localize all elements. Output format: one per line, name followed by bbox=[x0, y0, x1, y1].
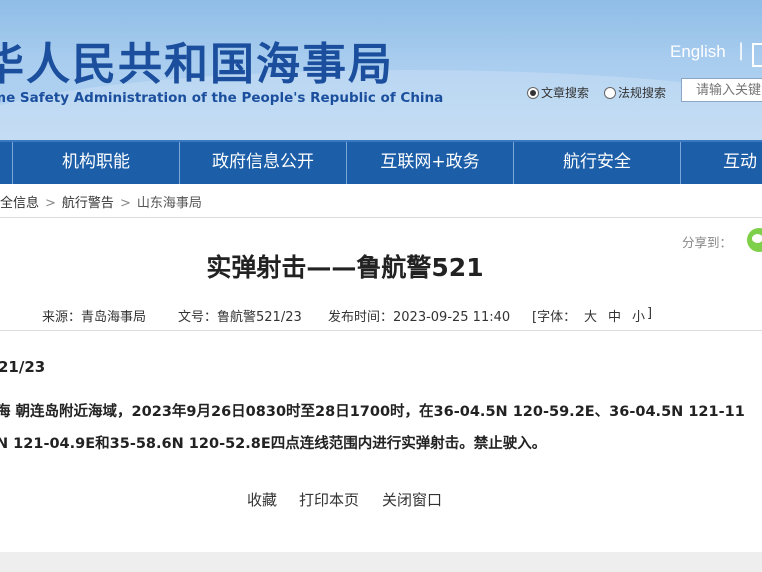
breadcrumb-item-nav-warnings[interactable]: 航行警告 bbox=[62, 196, 114, 211]
font-size-close: ] bbox=[647, 306, 653, 321]
breadcrumb: 全信息 > 航行警告 > 山东海事局 bbox=[0, 192, 202, 211]
search-option-laws[interactable]: 法规搜索 bbox=[604, 84, 666, 101]
font-size-label: [字体： bbox=[532, 310, 577, 325]
radio-icon[interactable] bbox=[527, 86, 539, 99]
nav-item-functions[interactable]: 机构职能 bbox=[13, 142, 179, 184]
font-size-large[interactable]: 大 bbox=[584, 306, 597, 325]
lang-separator: | bbox=[738, 40, 745, 61]
nav-item-nav-safety[interactable]: 航行安全 bbox=[514, 142, 680, 184]
article-body-line: N 121-04.9E和35-58.6N 120-52.8E四点连线范围内进行实… bbox=[0, 436, 547, 452]
nav-item-interaction[interactable]: 互动 bbox=[681, 142, 762, 184]
site-title-en[interactable]: me Safety Administration of the People's… bbox=[0, 90, 443, 106]
divider bbox=[0, 330, 762, 331]
nav-item-internet-gov[interactable]: 互联网+政务 bbox=[347, 142, 513, 184]
lang-extra-icon[interactable] bbox=[752, 43, 762, 67]
search-input[interactable] bbox=[681, 78, 762, 102]
search-option-label: 文章搜索 bbox=[541, 86, 590, 100]
breadcrumb-separator: > bbox=[45, 196, 56, 211]
divider bbox=[0, 217, 762, 218]
article-title: 实弹射击——鲁航警521 bbox=[206, 253, 484, 282]
footer-bar bbox=[0, 552, 762, 572]
article-doc-no: 文号：鲁航警521/23 bbox=[178, 310, 302, 325]
article-body-line: 海 朝连岛附近海域，2023年9月26日0830时至28日1700时，在36-0… bbox=[0, 404, 745, 420]
site-header: 华人民共和国海事局 me Safety Administration of th… bbox=[0, 0, 762, 140]
font-size-medium[interactable]: 中 bbox=[608, 306, 621, 325]
favorite-button[interactable]: 收藏 bbox=[247, 489, 277, 510]
breadcrumb-separator: > bbox=[119, 196, 131, 211]
english-link[interactable]: English bbox=[670, 42, 726, 62]
site-title-cn[interactable]: 华人民共和国海事局 bbox=[0, 28, 394, 92]
close-window-button[interactable]: 关闭窗口 bbox=[382, 489, 442, 510]
print-button[interactable]: 打印本页 bbox=[299, 489, 359, 510]
breadcrumb-item-shandong[interactable]: 山东海事局 bbox=[137, 196, 202, 211]
main-nav: 机构职能 政府信息公开 互联网+政务 航行安全 互动 bbox=[0, 140, 762, 184]
radio-icon[interactable] bbox=[604, 86, 616, 99]
nav-item-gov-info[interactable]: 政府信息公开 bbox=[180, 142, 346, 184]
warning-code: 21/23 bbox=[0, 358, 46, 376]
article-source: 来源：青岛海事局 bbox=[42, 310, 147, 325]
search-option-articles[interactable]: 文章搜索 bbox=[527, 84, 589, 101]
search-option-label: 法规搜索 bbox=[618, 86, 667, 100]
wechat-share-icon[interactable] bbox=[747, 228, 762, 252]
breadcrumb-item-safety-info[interactable]: 全信息 bbox=[0, 196, 39, 211]
article-publish-time: 发布时间：2023-09-25 11:40 bbox=[328, 310, 511, 325]
font-size-small[interactable]: 小 bbox=[632, 306, 645, 325]
